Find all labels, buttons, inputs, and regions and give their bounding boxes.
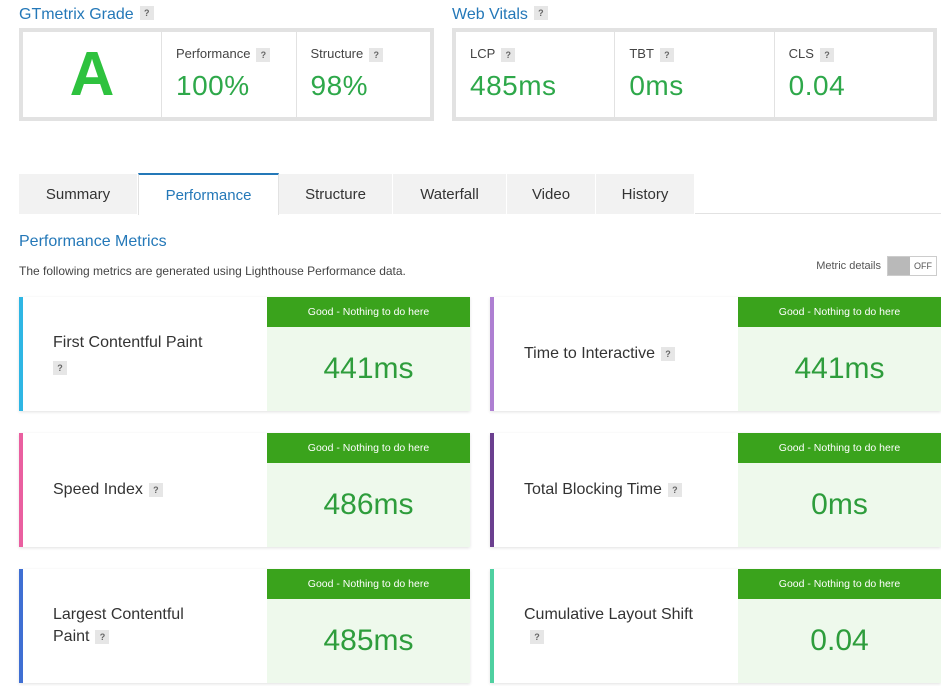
metric-card-tti: Time to Interactive? Good - Nothing to d… <box>490 297 941 411</box>
metric-name: Total Blocking Time <box>524 481 662 498</box>
structure-value: 98% <box>310 69 369 101</box>
metric-name: Largest Contentful Paint <box>53 606 184 645</box>
metric-card-tbt: Total Blocking Time? Good - Nothing to d… <box>490 433 941 547</box>
performance-value: 100% <box>176 69 250 101</box>
metric-label: Speed Index? <box>23 433 267 547</box>
performance-label: Performance <box>176 46 251 61</box>
web-vitals-panel: LCP? 485ms TBT? 0ms CLS? 0.04 <box>452 28 937 121</box>
metric-result: Good - Nothing to do here 485ms <box>267 569 470 683</box>
lcp-cell: LCP? 485ms <box>456 32 616 117</box>
tbt-cell: TBT? 0ms <box>615 32 775 117</box>
metric-label: Total Blocking Time? <box>494 433 738 547</box>
metric-card-fcp: First Contentful Paint? Good - Nothing t… <box>19 297 470 411</box>
help-icon[interactable]: ? <box>256 47 271 62</box>
report-tabs: Summary Performance Structure Waterfall … <box>19 173 941 215</box>
metric-value: 486ms <box>323 488 414 521</box>
lcp-value: 485ms <box>470 69 557 101</box>
help-icon[interactable]: ? <box>530 629 544 644</box>
metric-name: First Contentful Paint <box>53 334 203 351</box>
help-icon[interactable]: ? <box>661 346 676 361</box>
metric-label: Largest Contentful Paint? <box>23 569 267 683</box>
help-icon[interactable]: ? <box>369 47 384 62</box>
performance-metrics-title: Performance Metrics <box>19 233 167 250</box>
metric-result: Good - Nothing to do here 0ms <box>738 433 941 547</box>
metric-label: First Contentful Paint? <box>23 297 267 411</box>
metric-result: Good - Nothing to do here 441ms <box>738 297 941 411</box>
metric-value: 0.04 <box>810 624 869 657</box>
metric-name: Cumulative Layout Shift <box>524 606 693 623</box>
metric-value: 0ms <box>811 488 868 521</box>
metric-result: Good - Nothing to do here 0.04 <box>738 569 941 683</box>
tab-waterfall[interactable]: Waterfall <box>393 174 507 214</box>
performance-metrics-description: The following metrics are generated usin… <box>19 264 406 278</box>
help-icon[interactable]: ? <box>667 482 682 497</box>
help-icon[interactable]: ? <box>95 629 110 644</box>
metric-details-label: Metric details <box>816 260 881 272</box>
metric-details-control: Metric details OFF <box>816 256 937 276</box>
metric-result: Good - Nothing to do here 441ms <box>267 297 470 411</box>
help-icon[interactable]: ? <box>819 47 834 62</box>
metric-card-cls: Cumulative Layout Shift? Good - Nothing … <box>490 569 941 683</box>
help-icon[interactable]: ? <box>533 5 548 20</box>
metric-status-badge: Good - Nothing to do here <box>267 433 470 463</box>
metric-status-badge: Good - Nothing to do here <box>267 297 470 327</box>
grade-panel: A Performance? 100% Structure? 98% <box>19 28 434 121</box>
structure-score-cell: Structure? 98% <box>297 32 431 117</box>
metric-card-lcp: Largest Contentful Paint? Good - Nothing… <box>19 569 470 683</box>
tbt-label: TBT <box>629 46 654 61</box>
performance-score-cell: Performance? 100% <box>162 32 297 117</box>
cls-value: 0.04 <box>788 69 846 101</box>
metric-status-badge: Good - Nothing to do here <box>738 569 941 599</box>
metric-name: Time to Interactive <box>524 345 656 362</box>
metric-label: Time to Interactive? <box>494 297 738 411</box>
metric-label: Cumulative Layout Shift? <box>494 569 738 683</box>
gtmetrix-grade-title: GTmetrix Grade? <box>19 5 154 24</box>
help-icon[interactable]: ? <box>148 482 163 497</box>
grade-letter: A <box>23 32 162 117</box>
metric-status-badge: Good - Nothing to do here <box>738 297 941 327</box>
cls-label: CLS <box>788 46 814 61</box>
help-icon[interactable]: ? <box>139 5 154 20</box>
metric-status-badge: Good - Nothing to do here <box>738 433 941 463</box>
metric-details-toggle[interactable]: OFF <box>887 256 937 276</box>
tab-history[interactable]: History <box>596 174 695 214</box>
cls-cell: CLS? 0.04 <box>775 32 933 117</box>
tab-structure[interactable]: Structure <box>279 174 393 214</box>
metric-name: Speed Index <box>53 481 143 498</box>
metric-value: 441ms <box>794 352 885 385</box>
metric-value: 441ms <box>323 352 414 385</box>
metric-result: Good - Nothing to do here 486ms <box>267 433 470 547</box>
tab-performance[interactable]: Performance <box>138 173 279 215</box>
tbt-value: 0ms <box>629 69 684 101</box>
toggle-knob <box>888 257 910 275</box>
help-icon[interactable]: ? <box>53 360 67 375</box>
structure-label: Structure <box>310 46 364 61</box>
metric-card-speed-index: Speed Index? Good - Nothing to do here 4… <box>19 433 470 547</box>
help-icon[interactable]: ? <box>659 47 674 62</box>
toggle-state: OFF <box>910 257 936 275</box>
metric-value: 485ms <box>323 624 414 657</box>
web-vitals-title: Web Vitals? <box>452 5 548 24</box>
help-icon[interactable]: ? <box>501 47 516 62</box>
tab-video[interactable]: Video <box>507 174 596 214</box>
lcp-label: LCP <box>470 46 496 61</box>
tab-summary[interactable]: Summary <box>19 174 138 214</box>
metric-status-badge: Good - Nothing to do here <box>267 569 470 599</box>
